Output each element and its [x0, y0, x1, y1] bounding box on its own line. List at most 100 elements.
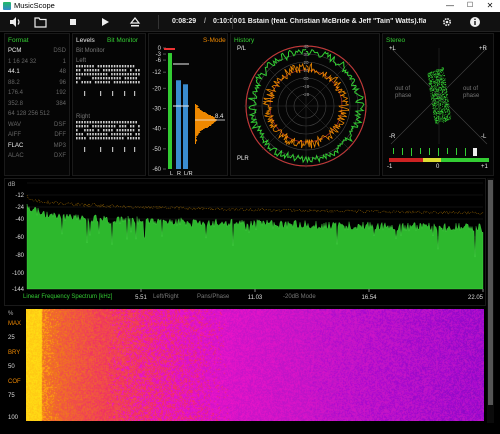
- stereo-panel: Stereo +L +R -R -L out of phase out of p…: [382, 33, 494, 176]
- scope-dot: [435, 79, 437, 81]
- scope-dot: [435, 101, 437, 103]
- vertical-scrollbar[interactable]: [487, 178, 494, 423]
- bit-dot: [111, 129, 113, 132]
- bit-dot: [81, 133, 83, 136]
- close-button[interactable]: ✕: [480, 0, 500, 12]
- out-of-phase-left: out of phase: [395, 86, 412, 99]
- scope-dot: [442, 106, 443, 108]
- levels-mode[interactable]: Bit Monitor: [107, 37, 138, 44]
- scope-dot: [440, 76, 442, 77]
- scope-dot: [435, 85, 437, 87]
- out-of-phase-right: out of phase: [463, 86, 480, 99]
- bit-dot: [94, 125, 97, 128]
- bit-dot: [97, 81, 100, 84]
- scope-dot: [431, 75, 433, 77]
- scope-dot: [438, 92, 440, 94]
- bit-dot: [113, 69, 116, 72]
- pans-phase-toggle[interactable]: Pans/Phase: [197, 294, 229, 300]
- bit-dot: [113, 81, 116, 84]
- levels-title[interactable]: Levels: [76, 37, 95, 44]
- scope-dot: [445, 99, 447, 101]
- scope-dot: [434, 88, 436, 90]
- bit-dot: [78, 125, 81, 128]
- bit-dot: [92, 125, 94, 128]
- bit-dot: [121, 73, 124, 76]
- scope-dot: [434, 109, 435, 111]
- toolbar-separator: [232, 15, 233, 29]
- bit-dot: [76, 69, 78, 72]
- bit-marker: [134, 91, 136, 96]
- bit-dot: [116, 129, 119, 132]
- format-item: ALAC: [8, 153, 24, 159]
- bit-dot: [119, 69, 121, 72]
- volume-icon[interactable]: [8, 15, 22, 29]
- bit-dot: [103, 81, 105, 84]
- scope-dot: [440, 78, 442, 80]
- stop-icon[interactable]: [66, 15, 80, 29]
- scope-dot: [444, 78, 446, 80]
- bit-dot: [89, 65, 92, 68]
- scope-dot: [434, 70, 436, 72]
- eject-icon[interactable]: [128, 15, 142, 29]
- histogram-bar: [195, 141, 197, 142]
- bit-dot: [103, 133, 105, 136]
- scope-dot: [433, 113, 435, 115]
- scope-dot: [435, 84, 436, 85]
- minimize-button[interactable]: —: [440, 0, 460, 12]
- scope-dot: [435, 100, 436, 102]
- scope-dot: [450, 115, 452, 117]
- bit-dot: [124, 73, 127, 76]
- bit-dot: [127, 137, 129, 140]
- scope-dot: [444, 96, 446, 98]
- bit-dot: [94, 133, 97, 136]
- folder-open-icon[interactable]: [34, 15, 48, 29]
- format-item: DSD: [53, 48, 66, 54]
- correlation-pos: [441, 158, 489, 162]
- scope-dot: [432, 106, 434, 107]
- plus-l-label: +L: [389, 46, 396, 52]
- scope-dot: [430, 88, 432, 90]
- scrollbar-thumb[interactable]: [488, 180, 493, 405]
- gear-icon[interactable]: [440, 15, 454, 29]
- format-panel: Format PCM DSD 1 16 24 32 1 44.1 48 88.2 96 176.…: [4, 33, 70, 176]
- scope-dot: [443, 83, 445, 85]
- spectrum-title: Linear Frequency Spectrum [kHz]: [23, 294, 113, 300]
- stereo-scope: [389, 47, 489, 162]
- scope-dot: [434, 86, 435, 88]
- spectrogram-tick: MAX: [8, 321, 22, 327]
- scope-dot: [447, 118, 449, 119]
- bit-dot: [81, 81, 83, 84]
- minus20db-mode-toggle[interactable]: -20dB Mode: [283, 294, 316, 300]
- scope-dot: [443, 102, 444, 104]
- scope-dot: [445, 114, 447, 115]
- bit-dot: [121, 121, 124, 124]
- right-bit-grid: [76, 121, 140, 152]
- scope-dot: [438, 77, 440, 79]
- histogram-bar: [195, 108, 200, 109]
- play-icon[interactable]: [98, 15, 112, 29]
- scope-dot: [447, 100, 448, 101]
- scope-dot: [445, 90, 447, 92]
- info-icon[interactable]: [468, 15, 482, 29]
- scope-dot: [445, 96, 447, 98]
- left-right-toggle[interactable]: Left/Right: [153, 294, 179, 300]
- bit-dot: [121, 129, 124, 132]
- scope-dot: [447, 117, 449, 118]
- bit-dot: [132, 121, 135, 124]
- bit-dot: [103, 121, 105, 124]
- format-item: WAV: [8, 121, 21, 128]
- bit-marker: [84, 147, 86, 152]
- left-bit-grid: [76, 65, 140, 96]
- bit-dot: [92, 121, 94, 124]
- maximize-button[interactable]: ☐: [460, 0, 480, 12]
- bit-dot: [135, 81, 137, 84]
- scope-dot: [438, 71, 440, 73]
- format-item: 352.8: [8, 100, 24, 107]
- bit-marker: [112, 91, 114, 96]
- bit-dot: [108, 65, 110, 68]
- scope-dot: [444, 92, 446, 94]
- scope-dot: [437, 71, 439, 73]
- scope-dot: [435, 82, 437, 84]
- histogram-bar: [195, 132, 201, 133]
- left-rms-bar: [176, 80, 181, 169]
